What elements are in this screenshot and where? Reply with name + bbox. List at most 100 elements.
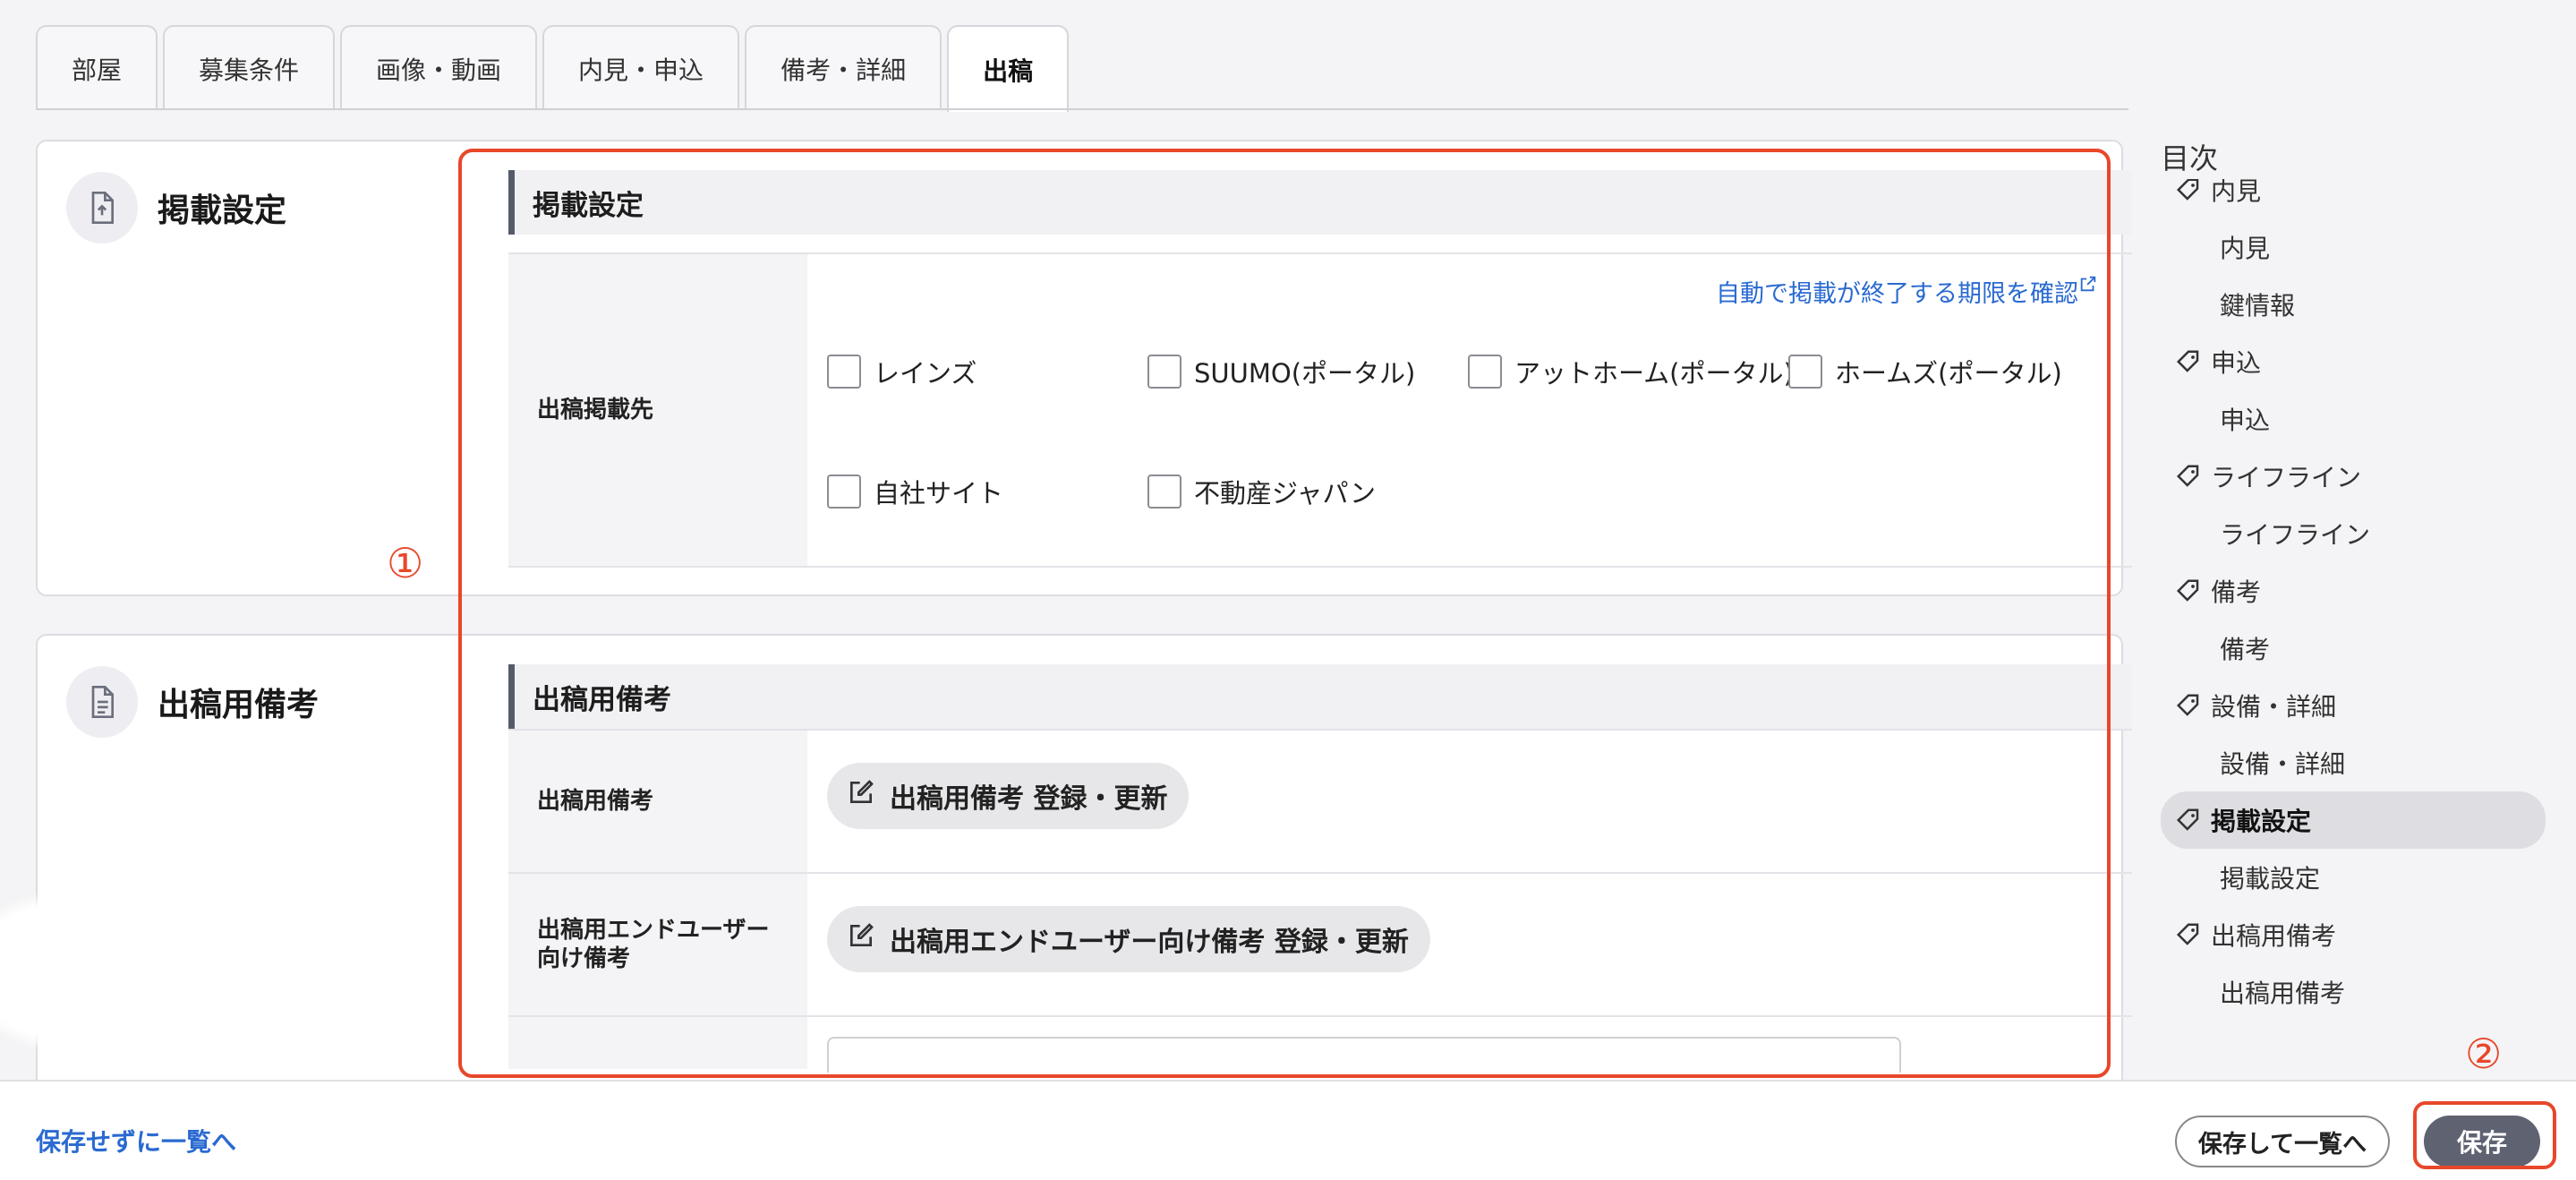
back-without-saving-link[interactable]: 保存せずに一覧へ [36, 1123, 236, 1159]
checkbox-label: SUUMO(ポータル) [1194, 358, 1416, 389]
checkbox-box[interactable] [1468, 355, 1502, 389]
checkbox-box[interactable] [827, 475, 861, 509]
toc-item-child[interactable]: 設備・詳細 [2161, 734, 2546, 791]
toc-item-label: 申込 [2211, 348, 2262, 378]
tab-viewing-application[interactable]: 内見・申込 [542, 25, 740, 110]
toc-item-parent[interactable]: ライフライン [2161, 448, 2546, 505]
document-upload-icon [66, 172, 138, 244]
checkbox-box[interactable] [1147, 355, 1181, 389]
tab-remarks-details[interactable]: 備考・詳細 [745, 25, 943, 110]
checkbox-label: 不動産ジャパン [1194, 478, 1377, 509]
tab-publishing[interactable]: 出稿 [947, 25, 1070, 112]
next-row-partial [508, 1015, 2132, 1073]
toc-item-child[interactable]: 申込 [2161, 390, 2546, 448]
tab-images-videos[interactable]: 画像・動画 [340, 25, 538, 110]
toc-list: 内見 内見 鍵情報 申込 申込 ライフライン ライフライン 備考 備考 設備・詳細 設備・詳細 掲載設… [2161, 179, 2546, 1021]
toc-title: 目次 [2161, 141, 2219, 175]
toc-item-label: 設備・詳細 [2211, 692, 2337, 722]
card-title: 掲載設定 [158, 192, 287, 229]
toc-item-label: ライフライン [2211, 463, 2362, 492]
row-label: 出稿掲載先 [508, 254, 807, 566]
checkbox-label: ホームズ(ポータル) [1835, 358, 2062, 389]
toc-item-label: ライフライン [2220, 520, 2371, 550]
destination-checkboxes: レインズ SUUMO(ポータル) アットホーム(ポータル) ホームズ(ポータル)… [827, 353, 2109, 510]
row-content: 出稿用備考 登録・更新 [807, 731, 2132, 872]
toc-item-parent[interactable]: 設備・詳細 [2161, 677, 2546, 734]
annotation-number-2: ② [2465, 1030, 2503, 1078]
checkbox-suumo[interactable]: SUUMO(ポータル) [1147, 353, 1468, 390]
publish-destinations-row: 出稿掲載先 自動で掲載が終了する期限を確認 レインズ SUUMO(ポータル) ア… [508, 252, 2132, 568]
toc-item-label: 出稿用備考 [2211, 921, 2337, 951]
toc-item-label: 出稿用備考 [2220, 979, 2346, 1008]
row-label: 出稿用エンドユーザー向け備考 [508, 874, 807, 1015]
card-header: 掲載設定 [66, 172, 286, 244]
toc-item-parent[interactable]: 出稿用備考 [2161, 906, 2546, 963]
document-text-icon [66, 666, 138, 738]
toc-item-parent[interactable]: 内見 [2161, 179, 2546, 218]
edit-icon [847, 921, 875, 957]
toc-item-label: 鍵情報 [2220, 291, 2296, 321]
checkbox-own-site[interactable]: 自社サイト [827, 473, 1147, 510]
toc-item-child[interactable]: 鍵情報 [2161, 276, 2546, 333]
toc-item-label: 掲載設定 [2211, 807, 2312, 836]
publishing-remarks-section: 出稿用備考 出稿用備考 出稿用備考 登録・更新 出稿用エンドユーザー向け備考 出… [508, 664, 2132, 1073]
toc-item-label: 内見 [2220, 234, 2271, 263]
row-content [807, 1017, 2132, 1073]
toc-item-label: 備考 [2211, 577, 2262, 607]
tag-icon [2175, 463, 2202, 490]
edit-icon [847, 778, 875, 814]
card-title: 出稿用備考 [158, 687, 320, 723]
toc-item-child[interactable]: 内見 [2161, 218, 2546, 276]
checkbox-reins[interactable]: レインズ [827, 353, 1147, 390]
listing-settings-section: 掲載設定 出稿掲載先 自動で掲載が終了する期限を確認 レインズ SUUMO(ポー… [508, 170, 2132, 568]
toc-item-parent[interactable]: 申込 [2161, 333, 2546, 390]
toc-item-child[interactable]: ライフライン [2161, 505, 2546, 562]
section-heading: 掲載設定 [508, 170, 2132, 235]
toc-item-child[interactable]: 備考 [2161, 620, 2546, 677]
toc-item-label: 掲載設定 [2220, 864, 2321, 894]
checkbox-fudosan-japan[interactable]: 不動産ジャパン [1147, 473, 1468, 510]
card-header: 出稿用備考 [66, 666, 319, 738]
annotation-number-1: ① [387, 539, 424, 587]
end-user-remarks-row: 出稿用エンドユーザー向け備考 出稿用エンドユーザー向け備考 登録・更新 [508, 872, 2132, 1015]
check-expiry-link[interactable]: 自動で掲載が終了する期限を確認 [1716, 274, 2098, 309]
toc-item-label: 内見 [2211, 179, 2262, 206]
tab-bar: 部屋 募集条件 画像・動画 内見・申込 備考・詳細 出稿 [36, 25, 1070, 112]
section-heading: 出稿用備考 [508, 664, 2132, 729]
toc-item-label: 設備・詳細 [2220, 749, 2346, 779]
tab-recruitment-conditions[interactable]: 募集条件 [163, 25, 336, 110]
tag-icon [2175, 179, 2202, 203]
edit-publishing-remarks-button[interactable]: 出稿用備考 登録・更新 [827, 763, 1190, 829]
save-button[interactable]: 保存 [2424, 1116, 2540, 1167]
publishing-remarks-row: 出稿用備考 出稿用備考 登録・更新 [508, 729, 2132, 872]
edit-end-user-remarks-button[interactable]: 出稿用エンドユーザー向け備考 登録・更新 [827, 906, 1430, 972]
button-label: 出稿用備考 登録・更新 [890, 783, 1168, 815]
toc-item-child[interactable]: 掲載設定 [2161, 849, 2546, 906]
tab-room[interactable]: 部屋 [36, 25, 158, 110]
external-link-icon [2078, 276, 2098, 308]
button-label: 出稿用エンドユーザー向け備考 登録・更新 [890, 927, 1409, 958]
save-and-return-button[interactable]: 保存して一覧へ [2175, 1116, 2390, 1167]
toc-item-child[interactable]: 出稿用備考 [2161, 963, 2546, 1021]
checkbox-box[interactable] [1147, 475, 1181, 509]
tab-divider [36, 108, 2128, 110]
listing-settings-card: 掲載設定 掲載設定 出稿掲載先 自動で掲載が終了する期限を確認 レインズ SUU… [36, 140, 2132, 596]
checkbox-box[interactable] [1788, 355, 1822, 389]
toc-item-parent[interactable]: 備考 [2161, 562, 2546, 620]
tag-icon [2175, 348, 2202, 375]
checkbox-label: レインズ [874, 358, 977, 389]
checkbox-label: アットホーム(ポータル) [1514, 358, 1794, 389]
row-label [508, 1017, 807, 1069]
link-text: 自動で掲載が終了する期限を確認 [1716, 280, 2078, 308]
row-content: 出稿用エンドユーザー向け備考 登録・更新 [807, 874, 2132, 1015]
toc-item-parent[interactable]: 掲載設定 [2161, 791, 2546, 849]
tag-icon [2175, 577, 2202, 604]
checkbox-box[interactable] [827, 355, 861, 389]
toc-item-label: 備考 [2220, 635, 2271, 664]
tag-icon [2175, 921, 2202, 948]
checkbox-label: 自社サイト [874, 478, 1004, 509]
partial-input-field[interactable] [827, 1037, 1901, 1073]
checkbox-homes[interactable]: ホームズ(ポータル) [1788, 353, 2109, 390]
checkbox-athome[interactable]: アットホーム(ポータル) [1468, 353, 1794, 390]
footer-bar: 保存せずに一覧へ 保存して一覧へ 保存 [0, 1080, 2576, 1180]
